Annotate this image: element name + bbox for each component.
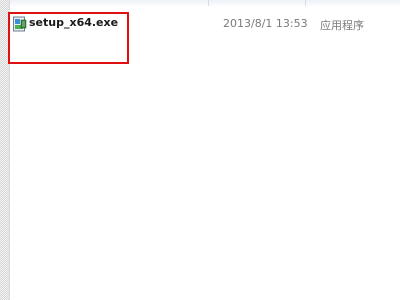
file-modified-date: 2013/8/1 13:53	[223, 17, 308, 30]
file-row[interactable]: setup_x64.exe 2013/8/1 13:53 应用程序	[10, 14, 400, 34]
file-list: setup_x64.exe 2013/8/1 13:53 应用程序	[10, 0, 400, 300]
file-name[interactable]: setup_x64.exe	[29, 16, 118, 29]
installer-icon	[13, 16, 27, 32]
navigation-pane-edge	[0, 0, 9, 300]
file-type: 应用程序	[320, 19, 364, 32]
explorer-window: setup_x64.exe 2013/8/1 13:53 应用程序	[0, 0, 400, 300]
